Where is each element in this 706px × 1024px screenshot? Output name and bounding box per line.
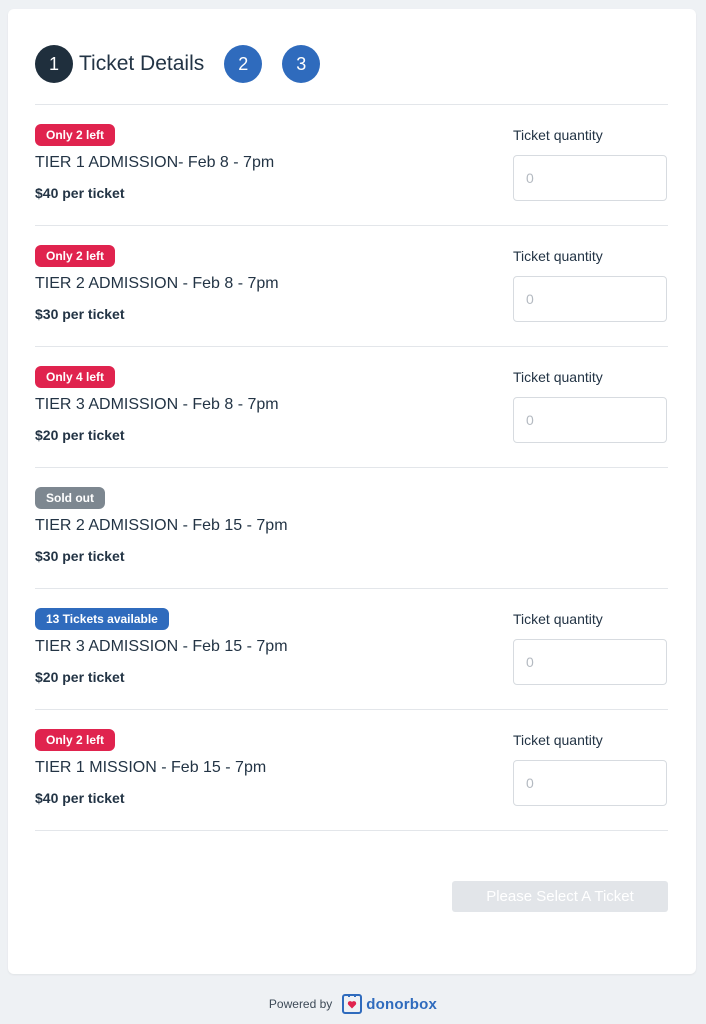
ticket-name: TIER 2 ADMISSION - Feb 8 - 7pm [35,275,279,292]
ticket-price: $20 per ticket [35,669,125,685]
ticket-quantity-label: Ticket quantity [513,611,603,627]
step-2-circle[interactable]: 2 [224,45,263,83]
ticket-quantity-input[interactable] [513,760,667,806]
ticket-name: TIER 2 ADMISSION - Feb 15 - 7pm [35,517,288,534]
ticket-row: 13 Tickets available TIER 3 ADMISSION - … [35,589,668,710]
ticket-price: $30 per ticket [35,548,125,564]
ticket-quantity-label: Ticket quantity [513,127,603,143]
step-1-title: Ticket Details [79,52,205,75]
ticket-quantity-input[interactable] [513,276,667,322]
ticket-name: TIER 1 MISSION - Feb 15 - 7pm [35,759,267,776]
ticket-quantity-input[interactable] [513,155,667,201]
ticket-price: $30 per ticket [35,306,125,322]
ticket-row: Only 2 left TIER 2 ADMISSION - Feb 8 - 7… [35,226,668,347]
ticket-row: Only 4 left TIER 3 ADMISSION - Feb 8 - 7… [35,347,668,468]
ticket-form-card: 1 Ticket Details 2 3 Only 2 left TIER 1 … [8,9,696,974]
ticket-row: Only 2 left TIER 1 MISSION - Feb 15 - 7p… [35,710,668,831]
availability-badge: Only 2 left [35,729,116,751]
ticket-price: $40 per ticket [35,790,125,806]
ticket-row: Only 2 left TIER 1 ADMISSION- Feb 8 - 7p… [35,105,668,226]
availability-badge: Only 2 left [35,124,116,146]
ticket-quantity-label: Ticket quantity [513,732,603,748]
select-ticket-button[interactable]: Please Select A Ticket [452,881,668,912]
ticket-quantity-input[interactable] [513,397,667,443]
step-indicator: 1 Ticket Details 2 3 [35,45,321,83]
powered-by-footer: Powered by donorbox [0,992,706,1016]
donorbox-brand-text[interactable]: donorbox [366,996,437,1013]
ticket-quantity-input[interactable] [513,639,667,685]
divider [35,830,668,831]
availability-badge: 13 Tickets available [35,608,169,630]
sold-out-badge: Sold out [35,487,105,509]
ticket-quantity-label: Ticket quantity [513,369,603,385]
ticket-name: TIER 1 ADMISSION- Feb 8 - 7pm [35,154,275,171]
ticket-name: TIER 3 ADMISSION - Feb 15 - 7pm [35,638,288,655]
availability-badge: Only 4 left [35,366,116,388]
ticket-quantity-label: Ticket quantity [513,248,603,264]
donorbox-logo-icon [342,993,363,1015]
step-1-circle: 1 [35,45,73,83]
ticket-price: $40 per ticket [35,185,125,201]
step-3-circle[interactable]: 3 [282,45,321,83]
powered-by-text: Powered by [268,997,333,1011]
ticket-name: TIER 3 ADMISSION - Feb 8 - 7pm [35,396,279,413]
availability-badge: Only 2 left [35,245,116,267]
ticket-row: Sold out TIER 2 ADMISSION - Feb 15 - 7pm… [35,468,668,589]
ticket-price: $20 per ticket [35,427,125,443]
